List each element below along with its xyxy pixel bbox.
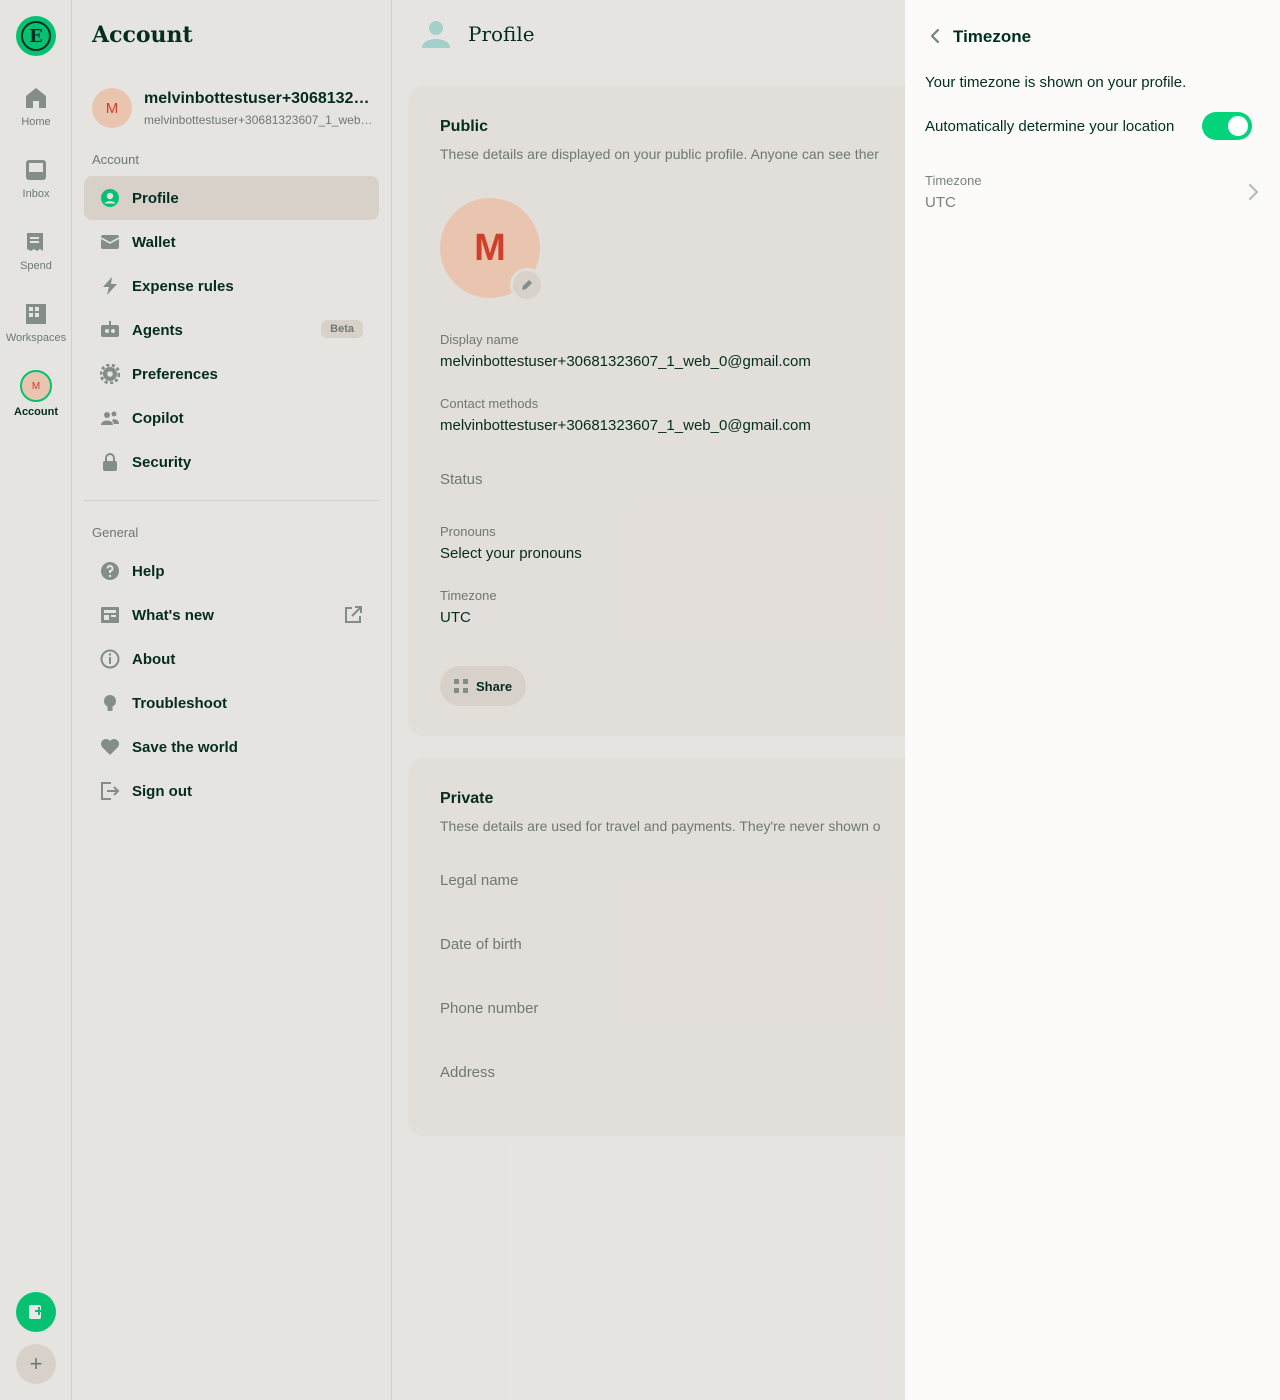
chevron-left-icon (930, 28, 940, 44)
chevron-right-icon (1248, 183, 1259, 201)
timezone-selector-label: Timezone (925, 173, 982, 188)
timezone-panel: Timezone Your timezone is shown on your … (905, 0, 1280, 1400)
modal-overlay[interactable] (0, 0, 905, 1400)
auto-location-toggle[interactable] (1202, 112, 1252, 140)
back-button[interactable] (923, 24, 947, 48)
toggle-knob (1228, 116, 1248, 136)
timezone-selector-value: UTC (925, 194, 956, 211)
timezone-selector[interactable]: Timezone UTC (905, 162, 1280, 222)
panel-title: Timezone (953, 27, 1032, 46)
auto-location-label: Automatically determine your location (925, 118, 1175, 135)
timezone-description: Your timezone is shown on your profile. (925, 74, 1187, 91)
